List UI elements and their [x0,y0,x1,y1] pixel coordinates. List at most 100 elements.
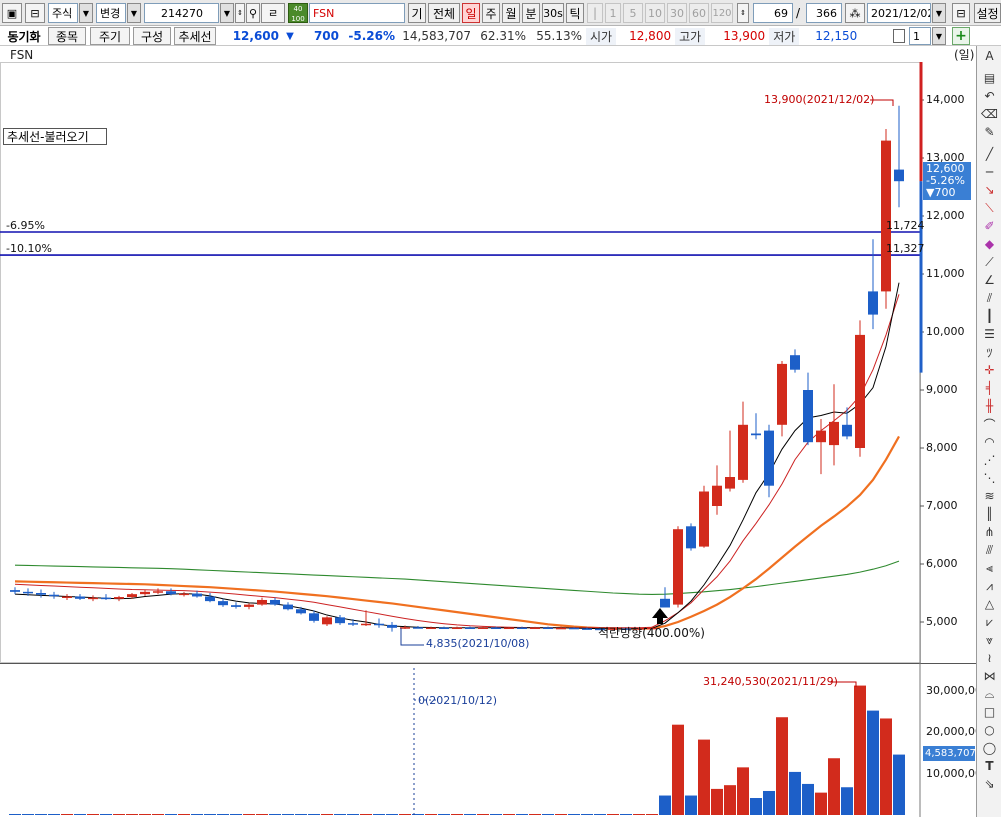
sync-label[interactable]: 동기화 [2,27,46,45]
fan-icon[interactable]: ⌒ [981,416,998,432]
speed-line-icon[interactable]: ⋰ [981,452,998,468]
minute-1-button[interactable]: 1 [605,3,621,23]
zigzag-icon[interactable]: ﾂ [981,344,998,360]
spin-icon[interactable]: ⇕ [235,3,245,23]
date-input[interactable]: 2021/12/02 [867,3,931,23]
period-week-tab[interactable]: 주 [482,3,500,23]
search-icon[interactable]: ⚲ [246,3,260,23]
spin-value[interactable]: 1 [909,27,931,45]
gann-icon[interactable]: ⋱ [981,470,998,486]
volume-bar [295,814,307,815]
stock-code-input[interactable]: 214270 [144,3,219,23]
volume-bar [61,814,73,815]
period-tool-icon[interactable]: ╡ [981,380,998,396]
volume-bar [152,814,164,815]
display-count-input[interactable]: 69 [753,3,793,23]
all-button[interactable]: 전체 [428,3,460,23]
minute-30-button[interactable]: 30 [667,3,687,23]
harmonic-icon[interactable]: ⩗ [981,614,998,630]
minute-custom-button[interactable]: | [587,3,603,23]
volume-bar [568,814,580,815]
period-day-tab[interactable]: 일 [462,3,480,23]
circle-tool-icon[interactable]: ○ [981,722,998,738]
elliott-icon[interactable]: ⩘ [981,578,998,594]
minute-5-button[interactable]: 5 [623,3,643,23]
fibo-icon[interactable]: ☰ [981,326,998,342]
item-button[interactable]: 종목 [48,27,86,45]
chevron-down-icon[interactable]: ▼ [127,3,141,23]
trendline-button[interactable]: 추세선 [174,27,216,45]
ray-line-icon[interactable]: ⟍ [981,200,998,216]
volume-bar [594,814,606,815]
calendar-dropdown-icon[interactable]: ▼ [932,3,946,23]
fibo-time-icon[interactable]: ║ [981,506,998,522]
diagonal-line-icon[interactable]: ⟋ [981,254,998,270]
checkbox[interactable] [893,29,905,43]
layout-icon[interactable]: ▣ [2,3,22,23]
window-icon[interactable]: ▤ [981,70,998,86]
chevron-down-icon[interactable]: ▼ [79,3,93,23]
text-tool-icon[interactable]: A [981,48,998,64]
volume-bar [126,814,138,815]
pattern-tool-icon[interactable]: ⩔ [981,632,998,648]
period-30s-tab[interactable]: 30s [542,3,564,23]
parallel-line-icon[interactable]: ⫽ [981,290,998,306]
pen-icon[interactable]: ✎ [981,124,998,140]
arrow-line-icon[interactable]: ↘ [981,182,998,198]
period-month-tab[interactable]: 월 [502,3,520,23]
period-button[interactable]: 주기 [90,27,130,45]
undo-icon[interactable]: ↶ [981,88,998,104]
price-tick-label: 13,000 [926,151,965,164]
candle [751,433,761,436]
text-label-icon[interactable]: T [981,758,998,774]
base-button[interactable]: 기 [408,3,426,23]
change-select[interactable]: 변경 [96,3,126,23]
related-button[interactable]: ㄹ [261,3,285,23]
settings-button[interactable]: 설정 [974,3,1001,23]
volume-bar [74,814,86,815]
compose-button[interactable]: 구성 [133,27,171,45]
minute-60-button[interactable]: 60 [689,3,709,23]
market-type-select[interactable]: 주식 [48,3,78,23]
pitch-icon[interactable]: ⋈ [981,668,998,684]
fibo-fan-icon[interactable]: ≋ [981,488,998,504]
angle-icon[interactable]: ∠ [981,272,998,288]
chevron-down-icon[interactable]: ▼ [932,27,946,45]
ratio-one: 62.31% [480,29,526,43]
hline-tool-icon[interactable]: ─ [981,164,998,180]
group-badge[interactable]: 40 100 [288,3,308,23]
save-icon[interactable]: ⊟ [952,3,970,23]
brush-icon[interactable]: ◆ [981,236,998,252]
ellipse-tool-icon[interactable]: ◯ [981,740,998,756]
volume-zero-annotation: 0(2021/10/12) [418,694,497,707]
minute-10-button[interactable]: 10 [645,3,665,23]
cross-tool-icon[interactable]: ✛ [981,362,998,378]
price-tick-label: 12,000 [926,209,965,222]
trendline-load-label[interactable]: 추세선-불러오기 [3,128,107,145]
arrow-tool-icon[interactable]: ⇘ [981,776,998,792]
chevron-down-icon[interactable]: ▼ [220,3,234,23]
marker-icon[interactable]: ✐ [981,218,998,234]
eraser-icon[interactable]: ⌫ [981,106,998,122]
cycle-line-icon[interactable]: ⌓ [981,686,998,702]
arc-icon[interactable]: ◠ [981,434,998,450]
volume-bar [9,814,21,815]
regression-icon[interactable]: ⫷ [981,560,998,576]
cycle-tool-icon[interactable]: ╫ [981,398,998,414]
add-icon[interactable]: + [952,27,970,45]
candle [842,424,852,437]
andrews-icon[interactable]: ⋔ [981,524,998,540]
channel-icon[interactable]: ⫻ [981,542,998,558]
line-tool-icon[interactable]: ╱ [981,146,998,162]
price-chart[interactable] [0,62,976,663]
minute-120-button[interactable]: 120 [711,3,733,23]
period-tick-tab[interactable]: 틱 [566,3,584,23]
wave-tool-icon[interactable]: ≀ [981,650,998,666]
rectangle-tool-icon[interactable]: □ [981,704,998,720]
vline-tool-icon[interactable]: ┃ [981,308,998,324]
triangle-icon[interactable]: △ [981,596,998,612]
save-icon[interactable]: ⊟ [25,3,45,23]
period-minute-tab[interactable]: 분 [522,3,540,23]
chart-type-icon[interactable]: ⁂ [845,3,865,23]
spin-icon[interactable]: ⇕ [737,3,749,23]
